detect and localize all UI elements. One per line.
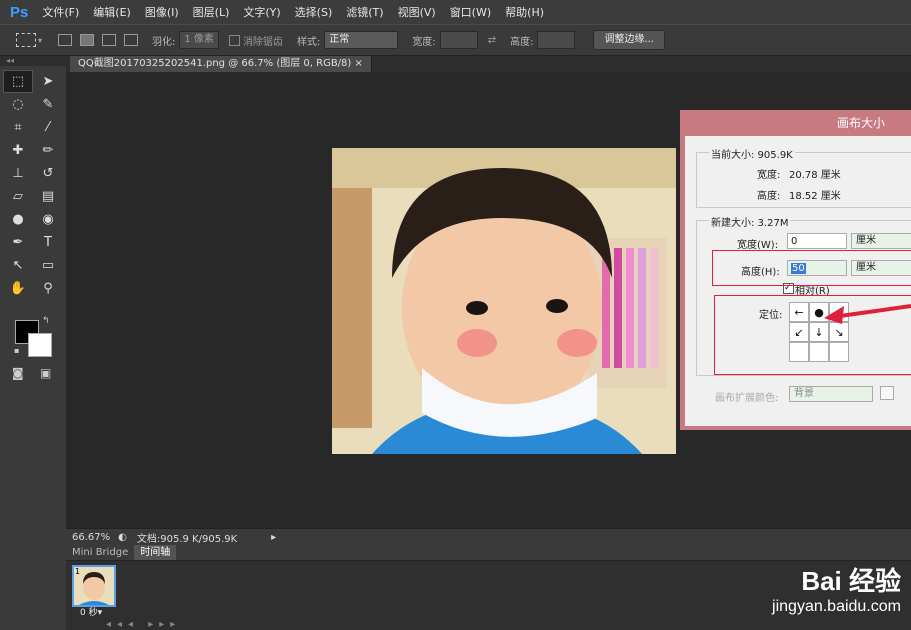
document-size: 文档:905.9 K/905.9K: [136, 533, 238, 545]
frame-duration[interactable]: 0 秒▾: [80, 605, 102, 618]
zoom-level[interactable]: 66.67%: [72, 532, 110, 543]
brush-tool-icon[interactable]: ✏: [33, 139, 63, 162]
eyedropper-tool-icon[interactable]: ⁄: [33, 116, 63, 139]
current-height-value: 18.52 厘米: [789, 191, 841, 202]
dialog-title: 画布大小: [836, 116, 885, 130]
timeline-frame[interactable]: 1: [72, 565, 116, 607]
marquee-tool-preset-icon[interactable]: [16, 33, 36, 47]
hand-tool-icon[interactable]: ✋: [3, 277, 33, 300]
menu-file[interactable]: 文件(F): [42, 4, 79, 20]
photoshop-logo: Ps: [10, 3, 29, 21]
menu-window[interactable]: 窗口(W): [450, 4, 491, 20]
child-photo-image: [332, 148, 676, 454]
menu-layer[interactable]: 图层(L): [193, 4, 230, 20]
current-width-label: 宽度:: [757, 170, 781, 181]
healing-tool-icon[interactable]: ✚: [3, 139, 33, 162]
playback-controls-icon[interactable]: ◂◂◂ ▸▸▸: [106, 619, 181, 630]
refine-edge-button[interactable]: 调整边缘...: [593, 30, 665, 50]
current-width-value: 20.78 厘米: [789, 170, 841, 181]
new-size-label: 新建大小: 3.27M: [709, 214, 791, 229]
history-brush-tool-icon[interactable]: ↺: [33, 162, 63, 185]
menu-type[interactable]: 文字(Y): [243, 4, 280, 20]
watermark-brand: Bai 经验: [801, 566, 901, 596]
extension-color-swatch[interactable]: [880, 386, 894, 400]
menu-view[interactable]: 视图(V): [398, 4, 436, 20]
pen-tool-icon[interactable]: ✒: [3, 231, 33, 254]
current-height-label: 高度:: [757, 191, 781, 202]
status-bar: 66.67% ◐ 文档:905.9 K/905.9K ▸: [66, 528, 911, 545]
marquee-tool-icon[interactable]: ⬚: [3, 70, 33, 93]
highlight-height-box: [712, 250, 911, 286]
baidu-jingyan-watermark: Bai 经验 jingyan.baidu.com: [772, 561, 901, 616]
tools-collapse-icon[interactable]: ◂◂: [0, 56, 66, 66]
crop-tool-icon[interactable]: ⌗: [3, 116, 33, 139]
feather-input[interactable]: 1 像素: [179, 31, 219, 49]
frame-number: 1: [75, 567, 81, 576]
swap-colors-icon[interactable]: ↰: [42, 316, 50, 326]
antialias-label: 消除锯齿: [242, 36, 283, 48]
menu-select[interactable]: 选择(S): [295, 4, 333, 20]
quick-mask-icon[interactable]: ◙: [12, 366, 24, 380]
feather-label: 羽化:: [152, 36, 176, 48]
zoom-tool-icon[interactable]: ⚲: [33, 277, 63, 300]
shape-tool-icon[interactable]: ▭: [33, 254, 63, 277]
extension-color-select[interactable]: 背景: [789, 386, 873, 402]
move-tool-icon[interactable]: ➤: [33, 70, 63, 93]
new-selection-icon[interactable]: [58, 34, 73, 46]
lasso-tool-icon[interactable]: ◌: [3, 93, 33, 116]
height-label: 高度:: [510, 36, 534, 48]
add-selection-icon[interactable]: [80, 34, 95, 46]
width-unit-select[interactable]: 厘米: [851, 233, 911, 249]
style-select[interactable]: 正常: [324, 31, 399, 49]
type-tool-icon[interactable]: T: [33, 231, 63, 254]
annotation-arrow-icon: [824, 304, 911, 324]
gradient-tool-icon[interactable]: ▤: [33, 185, 63, 208]
current-size-label: 当前大小: 905.9K: [709, 146, 795, 161]
path-select-tool-icon[interactable]: ↖: [3, 254, 33, 277]
stamp-tool-icon[interactable]: ⊥: [3, 162, 33, 185]
tools-panel: ◂◂ ⬚ ➤ ◌ ✎ ⌗ ⁄ ✚ ✏ ⊥ ↺ ▱ ▤ ● ◉ ✒ T ↖ ▭ ✋…: [0, 56, 67, 630]
canvas-size-dialog: 画布大小 当前大小: 905.9K 宽度: 20.78 厘米 高度: 18.52…: [680, 110, 911, 430]
antialias-checkbox[interactable]: [228, 34, 240, 46]
background-color-swatch[interactable]: [28, 333, 52, 357]
tab-timeline[interactable]: 时间轴: [134, 545, 177, 560]
preset-dropdown-icon[interactable]: ▾: [38, 36, 42, 45]
width-input[interactable]: [439, 31, 478, 49]
width-label: 宽度:: [412, 36, 436, 48]
canvas-photo: [332, 148, 676, 454]
menu-help[interactable]: 帮助(H): [505, 4, 544, 20]
dodge-tool-icon[interactable]: ◉: [33, 208, 63, 231]
watermark-url: jingyan.baidu.com: [772, 598, 901, 615]
quick-select-tool-icon[interactable]: ✎: [33, 93, 63, 116]
status-info-icon[interactable]: ◐: [118, 532, 127, 543]
eraser-tool-icon[interactable]: ▱: [3, 185, 33, 208]
status-arrow-icon[interactable]: ▸: [271, 532, 276, 543]
subtract-selection-icon[interactable]: [102, 34, 117, 46]
swap-icon[interactable]: ⇄: [488, 35, 496, 46]
screen-mode-icon[interactable]: ▣: [40, 366, 51, 380]
tab-mini-bridge[interactable]: Mini Bridge: [66, 545, 134, 560]
default-colors-icon[interactable]: ▪: [14, 346, 19, 355]
width-label: 宽度(W):: [737, 240, 779, 251]
extension-color-label: 画布扩展颜色:: [715, 393, 779, 404]
menu-image[interactable]: 图像(I): [145, 4, 179, 20]
width-input[interactable]: 0: [787, 233, 847, 249]
intersect-selection-icon[interactable]: [124, 34, 139, 46]
blur-tool-icon[interactable]: ●: [3, 208, 33, 231]
menu-edit[interactable]: 编辑(E): [93, 4, 131, 20]
bottom-panel-tabs: Mini Bridge 时间轴: [66, 545, 911, 561]
document-tab[interactable]: QQ截图20170325202541.png @ 66.7% (图层 0, RG…: [70, 56, 372, 72]
menu-filter[interactable]: 滤镜(T): [346, 4, 383, 20]
menu-bar: Ps 文件(F) 编辑(E) 图像(I) 图层(L) 文字(Y) 选择(S) 滤…: [0, 0, 911, 24]
options-bar: ▾ 羽化: 1 像素 消除锯齿 样式: 正常 宽度: ⇄ 高度: 调整边缘...: [0, 24, 911, 56]
style-label: 样式:: [296, 36, 321, 48]
height-input[interactable]: [537, 31, 576, 49]
